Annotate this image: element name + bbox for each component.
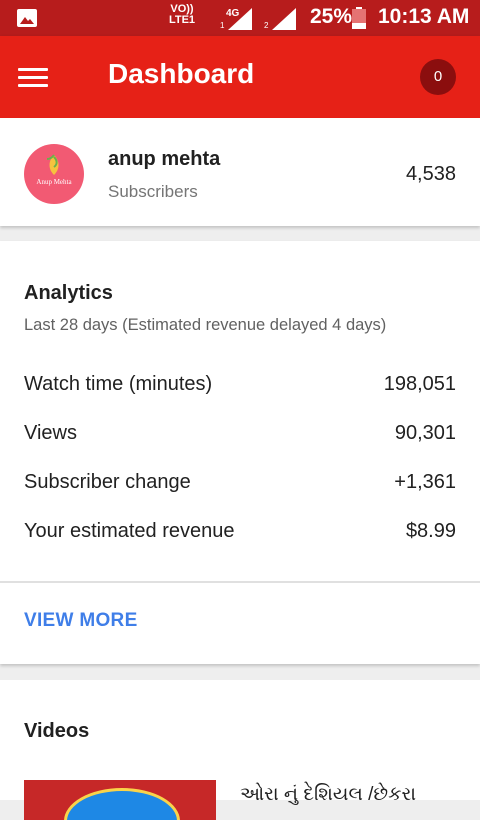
metric-value: 198,051 (383, 373, 456, 395)
volte-indicator: VO)) LTE1 (168, 3, 196, 26)
channel-name: anup mehta (108, 148, 221, 170)
leaf-icon (46, 154, 59, 175)
analytics-title: Analytics (24, 282, 113, 304)
metric-row-watch-time: Watch time (minutes) 198,051 (0, 373, 480, 403)
battery-icon (352, 7, 366, 29)
menu-icon[interactable] (18, 68, 48, 88)
analytics-subtitle: Last 28 days (Estimated revenue delayed … (24, 316, 387, 334)
view-more-button[interactable]: VIEW MORE (24, 610, 138, 632)
metric-row-subscriber-change: Subscriber change +1,361 (0, 471, 480, 501)
channel-card[interactable]: Anup Mehta anup mehta Subscribers 4,538 (0, 118, 480, 226)
status-time: 10:13 AM (378, 5, 470, 28)
avatar-text: Anup Mehta (36, 178, 72, 186)
notification-badge[interactable]: 0 (420, 59, 456, 95)
battery-percent: 25% (310, 5, 353, 28)
avatar: Anup Mehta (24, 144, 84, 204)
metric-value: +1,361 (394, 471, 456, 493)
metric-value: $8.99 (405, 520, 456, 542)
svg-text:2: 2 (264, 21, 269, 30)
page-title: Dashboard (108, 58, 255, 89)
status-bar: VO)) LTE1 4G 1 2 25% 10:13 AM (0, 0, 480, 36)
video-title[interactable]: ઓરા નું દેશિયલ /છેકરા (240, 784, 416, 806)
metric-label: Subscriber change (24, 471, 191, 493)
svg-text:4G: 4G (226, 8, 240, 19)
metric-value: 90,301 (394, 422, 456, 444)
divider (0, 581, 480, 583)
subscribers-label: Subscribers (108, 182, 198, 201)
metric-label: Watch time (minutes) (24, 373, 213, 395)
signal-icon-sim2: 2 (264, 8, 296, 30)
metric-label: Views (24, 422, 77, 444)
videos-title: Videos (24, 720, 90, 742)
videos-card: Videos ઓરા નું દેશિયલ /છેકરા (0, 680, 480, 820)
svg-text:1: 1 (220, 21, 225, 30)
gallery-icon (17, 9, 37, 27)
subscriber-count: 4,538 (405, 163, 456, 185)
analytics-card: Analytics Last 28 days (Estimated revenu… (0, 241, 480, 664)
app-bar: Dashboard 0 (0, 36, 480, 118)
metric-label: Your estimated revenue (24, 520, 235, 542)
video-thumbnail[interactable] (24, 780, 216, 820)
metric-row-estimated-revenue: Your estimated revenue $8.99 (0, 520, 480, 550)
metric-row-views: Views 90,301 (0, 422, 480, 452)
